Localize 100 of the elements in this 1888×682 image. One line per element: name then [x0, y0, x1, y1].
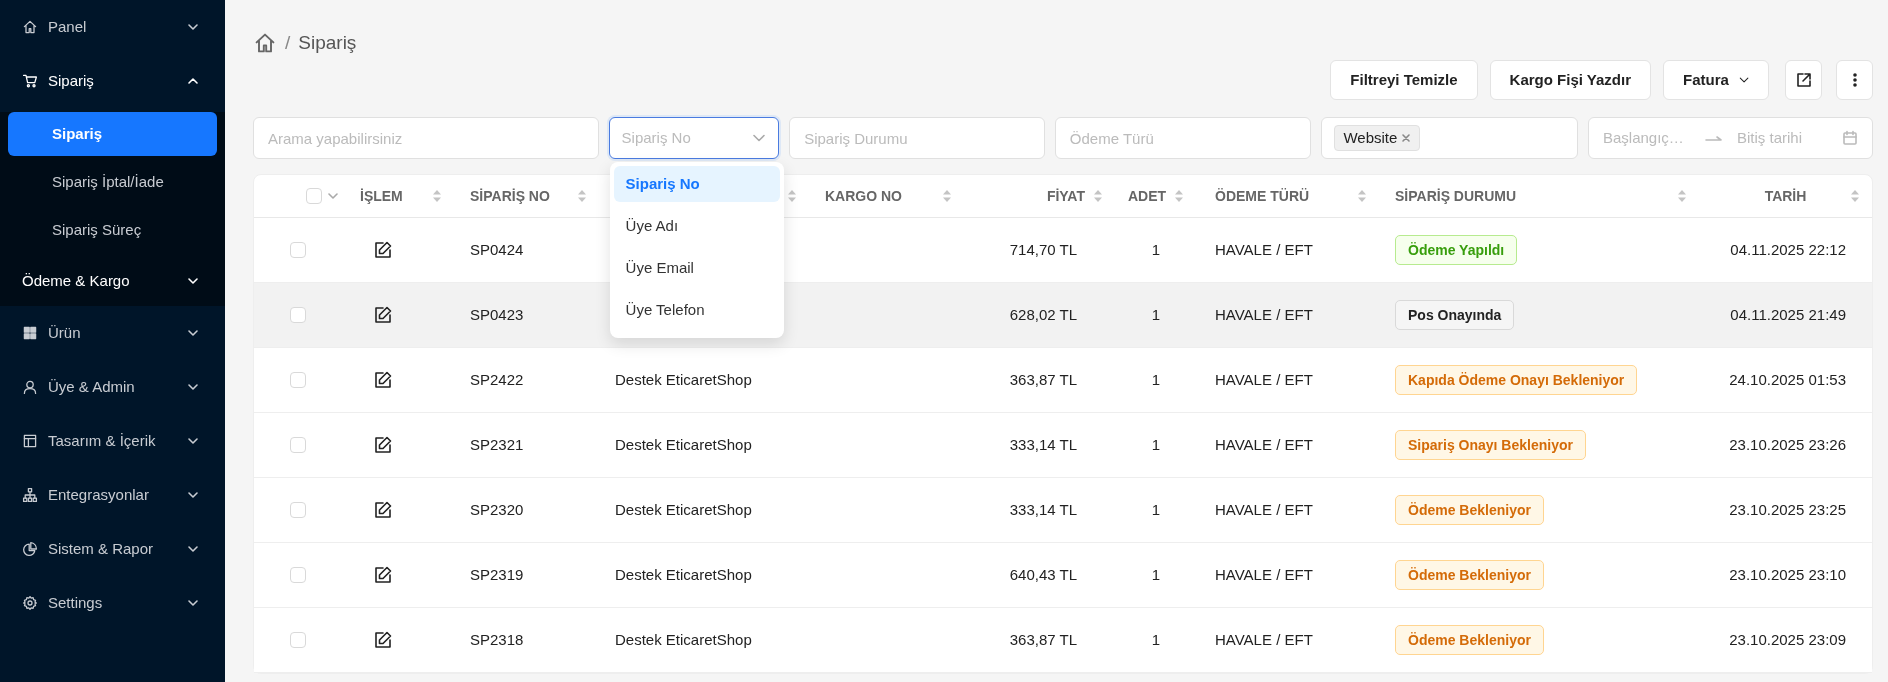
checkbox[interactable]: [306, 188, 322, 204]
chevron-down-icon: [187, 275, 199, 287]
chevron-up-icon: [187, 75, 199, 87]
table-cell-text: 1: [1151, 239, 1161, 260]
table-cell-text: SP2320: [470, 499, 524, 520]
status-badge: Kapıda Ödeme Onayı Bekleniyor: [1395, 365, 1638, 395]
checkbox[interactable]: [290, 242, 306, 258]
more-button[interactable]: [1836, 60, 1873, 100]
more-icon: [1852, 72, 1857, 88]
home-icon: [253, 31, 277, 55]
dropdown-option[interactable]: Sipariş No: [613, 166, 780, 202]
pie-chart-icon: [22, 541, 38, 557]
sitemap-icon: [22, 487, 38, 503]
column-header[interactable]: TARİH: [1764, 185, 1807, 207]
sort-icon: [942, 188, 952, 204]
channel-select[interactable]: Website: [1321, 117, 1578, 159]
order-status-field[interactable]: Sipariş Durumu: [789, 117, 1045, 159]
table-cell-text: 1: [1151, 434, 1161, 455]
table-cell-text: 1: [1151, 629, 1161, 650]
user-icon: [22, 379, 38, 395]
table-cell-text: 23.10.2025 23:10: [1729, 564, 1846, 585]
table-cell-text: 363,87 TL: [1009, 369, 1077, 390]
checkbox[interactable]: [290, 437, 306, 453]
dropdown-option[interactable]: Üye Telefon: [613, 292, 780, 328]
column-header[interactable]: SİPARİŞ NO: [470, 185, 550, 207]
date-range-picker[interactable]: Başlangıç… Bitiş tarihi: [1588, 117, 1873, 159]
table-cell-text: 1: [1151, 564, 1161, 585]
table-cell-text: 628,02 TL: [1009, 304, 1077, 325]
table-cell-text: 23.10.2025 23:26: [1729, 434, 1846, 455]
sidebar-item[interactable]: Tasarım & İçerik: [0, 414, 225, 468]
status-badge: Ödeme Bekleniyor: [1395, 495, 1544, 525]
edit-button[interactable]: [372, 304, 394, 326]
sidebar-item[interactable]: Ürün: [0, 306, 225, 360]
table-cell-text: Destek EticaretShop: [615, 369, 752, 390]
sidebar-item[interactable]: Entegrasyonlar: [0, 468, 225, 522]
toolbar-button[interactable]: Kargo Fişi Yazdır: [1489, 60, 1651, 100]
table-cell-text: HAVALE / EFT: [1215, 239, 1313, 260]
table-cell-text: 24.10.2025 01:53: [1729, 369, 1846, 390]
status-badge: Ödeme Yapıldı: [1395, 235, 1518, 265]
submenu-item[interactable]: Sipariş Süreç: [8, 208, 217, 252]
sidebar-item[interactable]: Settings: [0, 576, 225, 630]
export-button[interactable]: [1785, 60, 1822, 100]
edit-button[interactable]: [372, 629, 394, 651]
cart-icon: [22, 73, 38, 89]
chevron-down-icon: [187, 327, 199, 339]
table-cell-text: Destek EticaretShop: [615, 434, 752, 455]
chevron-down-icon: [187, 489, 199, 501]
table-cell-text: HAVALE / EFT: [1215, 304, 1313, 325]
table-cell-text: 333,14 TL: [1009, 499, 1077, 520]
table-cell-text: SP2422: [470, 369, 524, 390]
external-link-icon: [1794, 71, 1813, 89]
payment-type-field[interactable]: Ödeme Türü: [1054, 117, 1312, 159]
checkbox[interactable]: [290, 372, 306, 388]
sidebar-item[interactable]: Sistem & Rapor: [0, 522, 225, 576]
toolbar-button[interactable]: Filtreyi Temizle: [1330, 60, 1478, 100]
table-cell-text: 23.10.2025 23:25: [1729, 499, 1846, 520]
table-cell-text: SP2319: [470, 564, 524, 585]
table-cell-text: 1: [1151, 499, 1161, 520]
table-cell-text: HAVALE / EFT: [1215, 434, 1313, 455]
table-cell-text: HAVALE / EFT: [1215, 564, 1313, 585]
invoice-dropdown[interactable]: Fatura: [1663, 60, 1769, 100]
sort-icon: [1093, 188, 1103, 204]
sidebar-item[interactable]: Sipariş: [0, 54, 225, 108]
column-header[interactable]: KARGO NO: [825, 185, 902, 207]
edit-button[interactable]: [372, 369, 394, 391]
search-field[interactable]: Arama yapabilirsiniz: [253, 117, 599, 159]
submenu-item[interactable]: Sipariş: [8, 112, 217, 156]
checkbox[interactable]: [290, 502, 306, 518]
sort-icon: [1677, 188, 1687, 204]
end-date-field[interactable]: Bitiş tarihi: [1737, 126, 1832, 150]
checkbox[interactable]: [290, 567, 306, 583]
start-date-field[interactable]: Başlangıç…: [1603, 126, 1695, 150]
table-cell-text: 04.11.2025 21:49: [1730, 304, 1846, 325]
checkbox[interactable]: [290, 307, 306, 323]
tag: Website: [1334, 125, 1421, 151]
checkbox[interactable]: [290, 632, 306, 648]
sidebar-item[interactable]: Üye & Admin: [0, 360, 225, 414]
status-badge: Pos Onayında: [1395, 300, 1515, 330]
status-badge: Ödeme Bekleniyor: [1395, 560, 1544, 590]
column-header[interactable]: ADET: [1127, 185, 1167, 207]
dropdown-option[interactable]: Üye Email: [613, 250, 780, 286]
sidebar-item[interactable]: Panel: [0, 0, 225, 54]
table-cell-text: HAVALE / EFT: [1215, 499, 1313, 520]
sidebar-item[interactable]: Ödeme & Kargo: [0, 256, 225, 306]
edit-button[interactable]: [372, 564, 394, 586]
edit-icon: [373, 500, 393, 520]
sort-icon: [1174, 188, 1185, 204]
edit-button[interactable]: [372, 434, 394, 456]
table-cell-text: 04.11.2025 22:12: [1730, 239, 1846, 260]
edit-icon: [373, 565, 393, 585]
submenu-item[interactable]: Sipariş İptal/İade: [8, 160, 217, 204]
column-header[interactable]: ÖDEME TÜRÜ: [1215, 185, 1310, 207]
chevron-down-icon: [187, 435, 199, 447]
edit-button[interactable]: [372, 499, 394, 521]
status-badge: Sipariş Onayı Bekleniyor: [1395, 430, 1586, 460]
column-header[interactable]: SİPARİŞ DURUMU: [1395, 185, 1517, 207]
column-header[interactable]: FİYAT: [1046, 185, 1085, 207]
column-header[interactable]: İŞLEM: [360, 185, 403, 207]
edit-button[interactable]: [372, 239, 394, 261]
sort-icon: [787, 188, 797, 204]
